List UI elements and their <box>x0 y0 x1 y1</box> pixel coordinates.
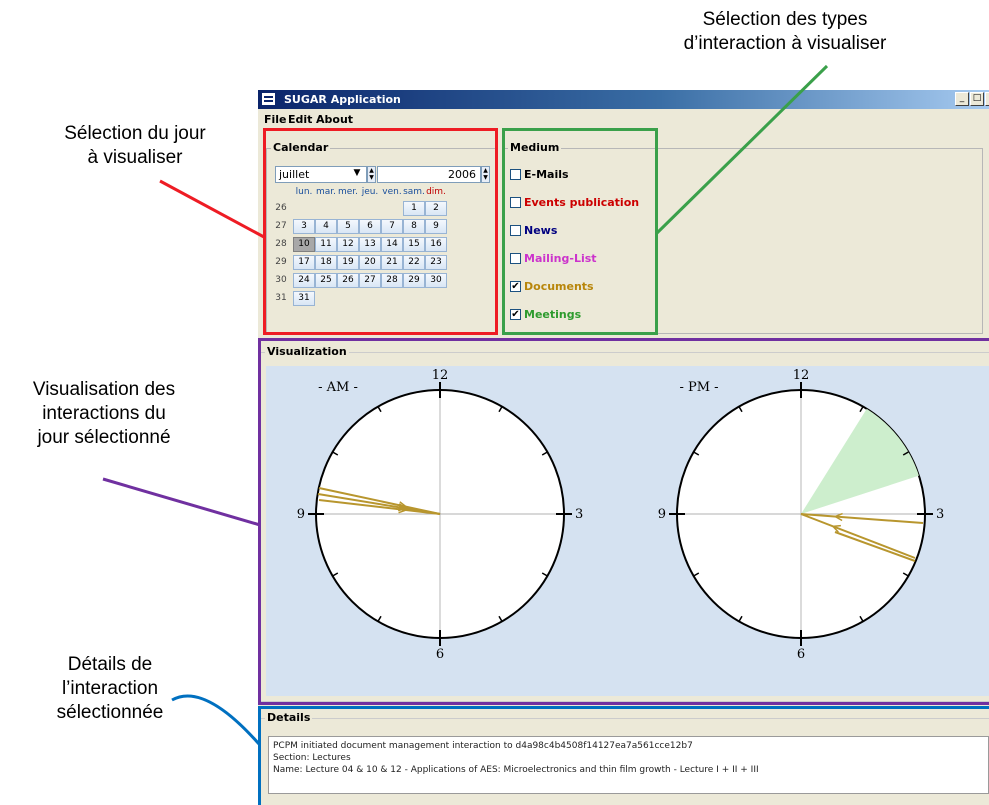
menu-bar: File Edit About <box>258 111 989 127</box>
annotation-line: Sélection du jour <box>64 123 206 144</box>
connector-day <box>159 179 265 239</box>
annotation-line: Sélection des types <box>702 9 868 30</box>
annotation-line: d’interaction à visualiser <box>683 33 887 54</box>
window-title: SUGAR Application <box>284 93 401 106</box>
minimize-button[interactable]: _ <box>955 92 969 106</box>
annotation-line: sélectionnée <box>56 702 164 723</box>
annotation-medium-selection: Sélection des types d’interaction à visu… <box>660 8 910 56</box>
maximize-button[interactable]: □ <box>970 92 984 106</box>
visualization-highlight <box>258 338 989 705</box>
connector-visualization <box>102 477 261 527</box>
annotation-line: à visualiser <box>87 147 183 168</box>
annotation-details: Détails de l’interaction sélectionnée <box>30 653 190 725</box>
title-bar: SUGAR Application _ □ x <box>258 90 989 109</box>
app-icon <box>262 93 275 105</box>
close-button[interactable]: x <box>985 92 989 106</box>
annotation-line: jour sélectionné <box>37 427 171 448</box>
menu-file[interactable]: File <box>264 113 287 126</box>
details-highlight <box>258 706 989 805</box>
medium-highlight <box>502 128 658 335</box>
annotation-visualization: Visualisation des interactions du jour s… <box>6 378 202 450</box>
annotation-line: Détails de <box>67 654 153 675</box>
menu-about[interactable]: About <box>316 113 353 126</box>
menu-edit[interactable]: Edit <box>288 113 312 126</box>
annotation-line: interactions du <box>42 403 166 424</box>
annotation-day-selection: Sélection du jour à visualiser <box>30 122 240 170</box>
calendar-highlight <box>263 128 498 335</box>
annotation-line: l’interaction <box>61 678 159 699</box>
annotation-line: Visualisation des <box>32 379 176 400</box>
